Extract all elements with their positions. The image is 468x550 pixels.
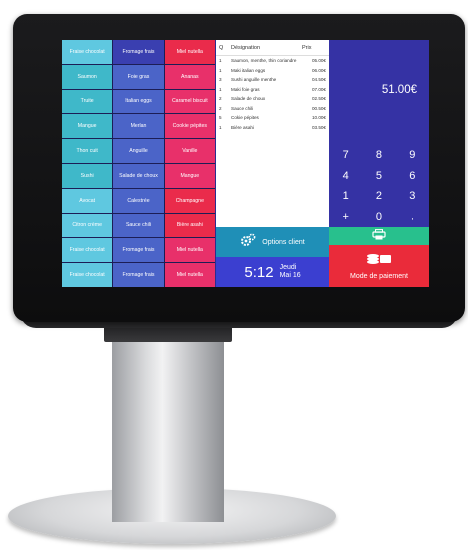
payment-mode-label: Mode de paiement <box>350 273 408 280</box>
key-4[interactable]: 4 <box>329 166 362 187</box>
key-6[interactable]: 6 <box>396 166 429 187</box>
line-price: 07.00€ <box>311 86 326 92</box>
product-tile[interactable]: Ananas <box>164 64 215 89</box>
key-1[interactable]: 1 <box>329 186 362 207</box>
line-qty: 1 <box>219 86 222 92</box>
clock-panel: 5:12 Jeudi Mai 16 <box>216 257 329 287</box>
product-tile[interactable]: Salade de choux <box>113 163 164 188</box>
stand-pole <box>112 326 224 522</box>
price-header: Prix <box>302 45 312 51</box>
product-tile[interactable]: Thon cuit <box>62 139 113 163</box>
order-ticket: Q Désignation Prix 1 Saumon, menthe, thi… <box>216 40 329 227</box>
pos-screen: Fraise chocolat Fromage frais Miel nutel… <box>62 40 429 287</box>
product-tile[interactable]: Merlan <box>113 114 164 139</box>
product-tile[interactable]: Anguille <box>113 139 164 163</box>
ticket-header: Q Désignation Prix <box>216 40 329 56</box>
line-designation: Cokie pépites <box>231 115 259 120</box>
line-price: 02.50€ <box>311 96 326 101</box>
product-tile[interactable]: Miel nutella <box>164 263 215 287</box>
line-designation: Sauce chili <box>231 105 254 111</box>
clock-day: Jeudi <box>279 263 297 271</box>
product-grid: Fraise chocolat Fromage frais Miel nutel… <box>62 40 215 287</box>
line-qty: 1 <box>219 67 222 73</box>
payment-mode-button[interactable]: Mode de paiement <box>329 245 429 287</box>
ticket-line[interactable]: 3 Sushi anguille menthe 04.50€ <box>216 75 329 85</box>
line-price: 03.50€ <box>311 124 326 130</box>
line-qty: 1 <box>219 124 222 130</box>
product-tile[interactable]: Avocat <box>62 188 113 213</box>
line-designation: Sushi anguille menthe <box>231 77 277 82</box>
key-plus[interactable]: + <box>329 207 362 228</box>
key-2[interactable]: 2 <box>362 186 395 207</box>
numeric-keypad: 7 8 9 4 5 6 1 2 3 + 0 , <box>329 145 429 227</box>
line-qty: 2 <box>219 96 222 101</box>
options-client-label: Options client <box>262 238 305 246</box>
product-tile[interactable]: Citron crème <box>62 213 113 238</box>
total-amount: 51.00€ <box>381 84 417 96</box>
ticket-line[interactable]: 1 Maki foie gras 07.00€ <box>216 85 329 95</box>
line-qty: 3 <box>219 77 222 82</box>
line-designation: Maki foie gras <box>231 86 260 92</box>
line-qty: 1 <box>219 58 222 63</box>
product-tile[interactable]: Calestrée <box>113 188 164 213</box>
product-tile[interactable]: Fromage frais <box>113 238 164 263</box>
product-tile[interactable]: Sauce chili <box>113 213 164 238</box>
product-tile[interactable]: Miel nutella <box>164 238 215 263</box>
coins-cash-icon <box>366 252 392 271</box>
ticket-line[interactable]: 2 Salade de choux 02.50€ <box>216 94 329 104</box>
product-tile[interactable]: Sushi <box>62 163 113 188</box>
clock-day-month: Mai 16 <box>279 272 301 279</box>
product-tile[interactable]: Cookie pépites <box>164 114 215 139</box>
print-receipt-button[interactable] <box>329 227 429 245</box>
product-tile[interactable]: Champagne <box>164 188 215 213</box>
line-qty: 5 <box>219 115 222 120</box>
product-tile[interactable]: Saumon <box>62 64 113 89</box>
line-price: 06.00€ <box>311 67 326 73</box>
designation-header: Désignation <box>231 45 261 51</box>
key-0[interactable]: 0 <box>362 207 395 228</box>
key-9[interactable]: 9 <box>396 145 429 166</box>
gears-icon <box>240 233 256 252</box>
product-tile[interactable]: Mangue <box>164 163 215 188</box>
ticket-line[interactable]: 1 Saumon, menthe, thin coriandre 05.00€ <box>216 56 329 66</box>
clock-time: 5:12 <box>244 263 274 281</box>
line-qty: 2 <box>219 105 222 111</box>
product-tile[interactable]: Fromage frais <box>113 263 164 287</box>
line-price: 00.50€ <box>311 105 326 111</box>
ticket-line[interactable]: 1 Bière asahi 03.50€ <box>216 123 329 133</box>
product-tile[interactable]: Fraise chocolat <box>62 238 113 263</box>
product-tile[interactable]: Miel nutella <box>164 40 215 64</box>
key-3[interactable]: 3 <box>396 186 429 207</box>
key-5[interactable]: 5 <box>362 166 395 187</box>
product-tile[interactable]: Truite <box>62 89 113 114</box>
line-designation: Saumon, menthe, thin coriandre <box>231 58 297 63</box>
product-tile[interactable]: Mangue <box>62 114 113 139</box>
product-tile[interactable]: Caramel biscuit <box>164 89 215 114</box>
key-8[interactable]: 8 <box>362 145 395 166</box>
qty-header: Q <box>219 45 224 51</box>
ticket-line[interactable]: 5 Cokie pépites 10.00€ <box>216 113 329 123</box>
key-comma[interactable]: , <box>396 207 429 228</box>
ticket-line[interactable]: 2 Sauce chili 00.50€ <box>216 104 329 114</box>
product-tile[interactable]: Fraise chocolat <box>62 40 113 64</box>
options-client-button[interactable]: Options client <box>216 227 329 257</box>
total-display: 51.00€ <box>329 40 429 145</box>
printer-icon <box>372 227 386 245</box>
product-tile[interactable]: Italian eggs <box>113 89 164 114</box>
line-price: 10.00€ <box>311 115 326 120</box>
line-price: 05.00€ <box>311 58 326 63</box>
product-tile[interactable]: Vanille <box>164 139 215 163</box>
key-7[interactable]: 7 <box>329 145 362 166</box>
ticket-line[interactable]: 1 Maki italian eggs 06.00€ <box>216 66 329 76</box>
line-designation: Maki italian eggs <box>231 67 266 73</box>
product-tile[interactable]: Fraise chocolat <box>62 263 113 287</box>
product-tile[interactable]: Foie gras <box>113 64 164 89</box>
line-price: 04.50€ <box>311 77 326 82</box>
line-designation: Bière asahi <box>231 124 254 130</box>
product-tile[interactable]: Bière asahi <box>164 213 215 238</box>
clock-date: Jeudi Mai 16 <box>280 264 301 280</box>
line-designation: Salade de choux <box>231 96 266 101</box>
product-tile[interactable]: Fromage frais <box>113 40 164 64</box>
